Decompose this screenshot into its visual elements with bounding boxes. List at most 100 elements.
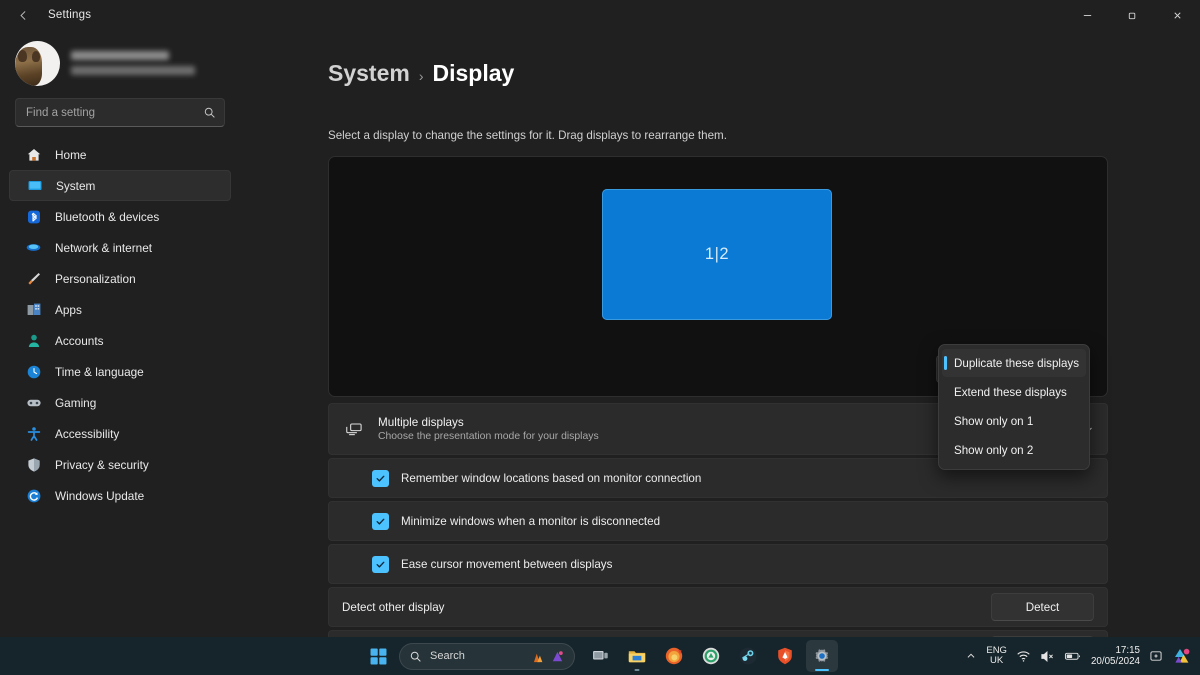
sidebar-item-personalization[interactable]: Personalization	[9, 263, 231, 294]
checkbox-row-minimize-windows[interactable]: Minimize windows when a monitor is disco…	[328, 501, 1108, 541]
dropdown-option-label: Show only on 2	[954, 444, 1033, 457]
taskbar-center-group: Search	[362, 637, 838, 675]
dropdown-option-show-only-on-1[interactable]: Show only on 1	[942, 407, 1086, 435]
monitor-label: 1|2	[705, 245, 729, 264]
sidebar-item-network-internet[interactable]: Network & internet	[9, 232, 231, 263]
wifi-icon[interactable]	[1016, 649, 1031, 664]
dropdown-option-show-only-on-2[interactable]: Show only on 2	[942, 436, 1086, 464]
multiple-displays-icon	[342, 420, 364, 439]
checkbox-checked[interactable]	[372, 470, 389, 487]
close-button[interactable]	[1155, 0, 1200, 30]
shield-icon	[25, 456, 42, 473]
network-icon	[25, 239, 42, 256]
clock-icon	[25, 363, 42, 380]
steam-icon[interactable]	[732, 640, 764, 672]
green-app-icon[interactable]	[695, 640, 727, 672]
photos-app-icon[interactable]	[1172, 646, 1192, 666]
sidebar-item-accessibility[interactable]: Accessibility	[9, 418, 231, 449]
main-content: System › Display Select a display to cha…	[240, 30, 1200, 637]
breadcrumb-separator-icon: ›	[419, 68, 424, 84]
page-title: Display	[433, 60, 515, 87]
file-explorer-icon[interactable]	[621, 640, 653, 672]
sidebar-item-label: Gaming	[55, 396, 96, 410]
checkbox-label: Remember window locations based on monit…	[401, 472, 701, 485]
sidebar-item-gaming[interactable]: Gaming	[9, 387, 231, 418]
sidebar-item-label: Privacy & security	[55, 458, 149, 472]
update-icon	[25, 487, 42, 504]
checkbox-checked[interactable]	[372, 556, 389, 573]
notification-icon[interactable]	[1149, 649, 1163, 663]
checkbox-row-ease-cursor-movement[interactable]: Ease cursor movement between displays	[328, 544, 1108, 584]
start-icon[interactable]	[362, 640, 394, 672]
taskbar-search-box[interactable]: Search	[399, 643, 575, 670]
window-controls	[1065, 0, 1200, 30]
sidebar: Home System	[0, 30, 240, 637]
language-indicator[interactable]: ENG UK	[986, 646, 1007, 667]
sidebar-item-apps[interactable]: Apps	[9, 294, 231, 325]
sidebar-item-system[interactable]: System	[9, 170, 231, 201]
dropdown-option-label: Show only on 1	[954, 415, 1033, 428]
detect-other-display-row: Detect other display Detect	[328, 587, 1108, 627]
volume-muted-icon[interactable]	[1040, 649, 1055, 664]
settings-icon[interactable]	[806, 640, 838, 672]
back-arrow-icon[interactable]	[6, 2, 40, 28]
title-bar: Settings	[0, 0, 1200, 30]
detect-button[interactable]: Detect	[991, 593, 1094, 621]
sidebar-item-bluetooth-devices[interactable]: Bluetooth & devices	[9, 201, 231, 232]
sidebar-item-label: Apps	[55, 303, 82, 317]
sidebar-item-label: Accounts	[55, 334, 104, 348]
dropdown-option-duplicate-these-displays[interactable]: Duplicate these displays	[942, 349, 1086, 377]
minimize-button[interactable]	[1065, 0, 1110, 30]
search-box[interactable]	[15, 98, 225, 127]
sidebar-item-privacy-security[interactable]: Privacy & security	[9, 449, 231, 480]
sidebar-item-label: Network & internet	[55, 241, 152, 255]
clock-date[interactable]: 17:15 20/05/2024	[1091, 645, 1140, 668]
row-title: Multiple displays	[378, 416, 599, 429]
sidebar-item-home[interactable]: Home	[9, 139, 231, 170]
search-icon	[203, 106, 216, 119]
multiple-displays-dropdown[interactable]: Duplicate these displays Extend these di…	[938, 344, 1090, 470]
chevron-up-icon[interactable]	[965, 650, 977, 662]
bluetooth-icon	[25, 208, 42, 225]
sidebar-item-windows-update[interactable]: Windows Update	[9, 480, 231, 511]
language-bottom: UK	[990, 655, 1003, 666]
sidebar-item-label: Bluetooth & devices	[55, 210, 159, 224]
taskbar: Search	[0, 637, 1200, 675]
taskbar-search-placeholder: Search	[430, 650, 465, 662]
sidebar-item-time-language[interactable]: Time & language	[9, 356, 231, 387]
dropdown-option-label: Duplicate these displays	[954, 357, 1079, 370]
checkbox-checked[interactable]	[372, 513, 389, 530]
language-top: ENG	[986, 645, 1007, 656]
account-name-redacted	[71, 51, 169, 60]
sidebar-nav: Home System	[9, 137, 231, 637]
sidebar-item-accounts[interactable]: Accounts	[9, 325, 231, 356]
sidebar-item-label: Accessibility	[55, 427, 119, 441]
gamepad-icon	[25, 394, 42, 411]
avatar	[15, 41, 60, 86]
firefox-icon[interactable]	[658, 640, 690, 672]
sidebar-item-label: Personalization	[55, 272, 136, 286]
dropdown-option-extend-these-displays[interactable]: Extend these displays	[942, 378, 1086, 406]
breadcrumb-parent[interactable]: System	[328, 60, 410, 87]
restore-button[interactable]	[1110, 0, 1155, 30]
connect-wireless-display-row: Connect to a wireless display Connect	[328, 630, 1108, 637]
account-email-redacted	[71, 66, 195, 75]
checkbox-label: Ease cursor movement between displays	[401, 558, 612, 571]
search-input[interactable]	[26, 107, 203, 119]
brave-icon[interactable]	[769, 640, 801, 672]
sidebar-item-label: Time & language	[55, 365, 144, 379]
checkbox-label: Minimize windows when a monitor is disco…	[401, 515, 660, 528]
system-monitor-icon	[26, 177, 43, 194]
task-view-icon[interactable]	[584, 640, 616, 672]
sidebar-item-label: Home	[55, 148, 86, 162]
accessibility-icon	[25, 425, 42, 442]
battery-icon[interactable]	[1064, 649, 1082, 663]
display-monitor-1-2[interactable]: 1|2	[602, 189, 832, 320]
settings-window: Settings	[0, 0, 1200, 637]
row-subtitle: Choose the presentation mode for your di…	[378, 431, 599, 442]
paintbrush-icon	[25, 270, 42, 287]
account-profile[interactable]	[9, 30, 231, 92]
accounts-icon	[25, 332, 42, 349]
tray-date: 20/05/2024	[1091, 656, 1140, 667]
tray-time: 17:15	[1115, 645, 1140, 656]
